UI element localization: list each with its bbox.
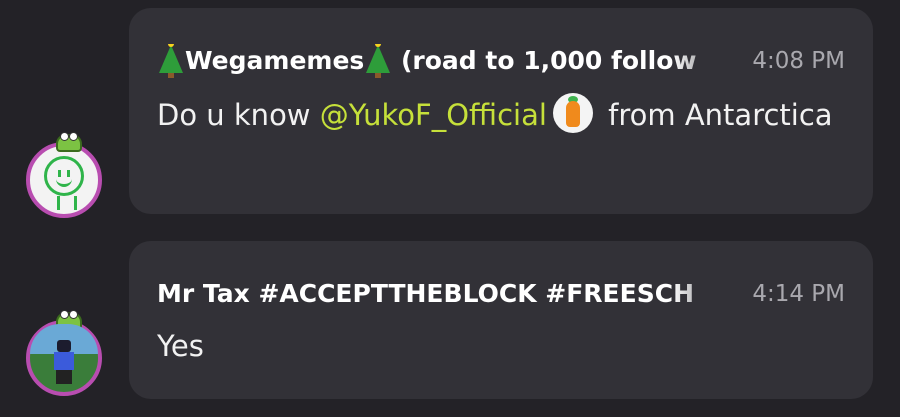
carrot-avatar-icon xyxy=(552,93,593,133)
sender-name-suffix: (road to 1,000 follow xyxy=(392,46,697,75)
message-text-end: from Antarctica xyxy=(598,98,833,132)
message-header: Mr Tax #ACCEPTTHEBLOCK #FREESCH 4:14 PM xyxy=(157,277,845,311)
message-text: Yes xyxy=(157,329,204,363)
sender-name-text: Wegamemes xyxy=(185,46,365,75)
sender-name[interactable]: Wegamemes (road to 1,000 follow xyxy=(157,44,742,78)
avatar[interactable] xyxy=(26,132,102,218)
message-text: Do u know @YukoF_Official from Antarctic… xyxy=(157,92,833,138)
roblox-character-icon xyxy=(52,340,76,384)
frog-badge-icon xyxy=(56,132,82,152)
stick-body-icon xyxy=(57,196,77,210)
avatar[interactable] xyxy=(26,310,102,396)
smiley-face-icon xyxy=(44,156,84,196)
message-bubble[interactable]: Mr Tax #ACCEPTTHEBLOCK #FREESCH 4:14 PM … xyxy=(129,241,873,399)
message-item: Wegamemes (road to 1,000 follow 4:08 PM … xyxy=(0,8,900,218)
message-timestamp: 4:08 PM xyxy=(752,48,845,74)
message-item: Mr Tax #ACCEPTTHEBLOCK #FREESCH 4:14 PM … xyxy=(0,241,900,399)
sender-name[interactable]: Mr Tax #ACCEPTTHEBLOCK #FREESCH xyxy=(157,277,742,311)
message-header: Wegamemes (road to 1,000 follow 4:08 PM xyxy=(157,44,845,78)
message-bubble[interactable]: Wegamemes (road to 1,000 follow 4:08 PM … xyxy=(129,8,873,214)
message-timestamp: 4:14 PM xyxy=(752,281,845,307)
chat-feed: Wegamemes (road to 1,000 follow 4:08 PM … xyxy=(0,0,900,417)
christmas-tree-icon xyxy=(366,44,391,78)
user-mention[interactable]: @YukoF_Official xyxy=(320,98,547,132)
message-text-start: Do u know xyxy=(157,98,320,132)
christmas-tree-icon xyxy=(159,44,183,78)
